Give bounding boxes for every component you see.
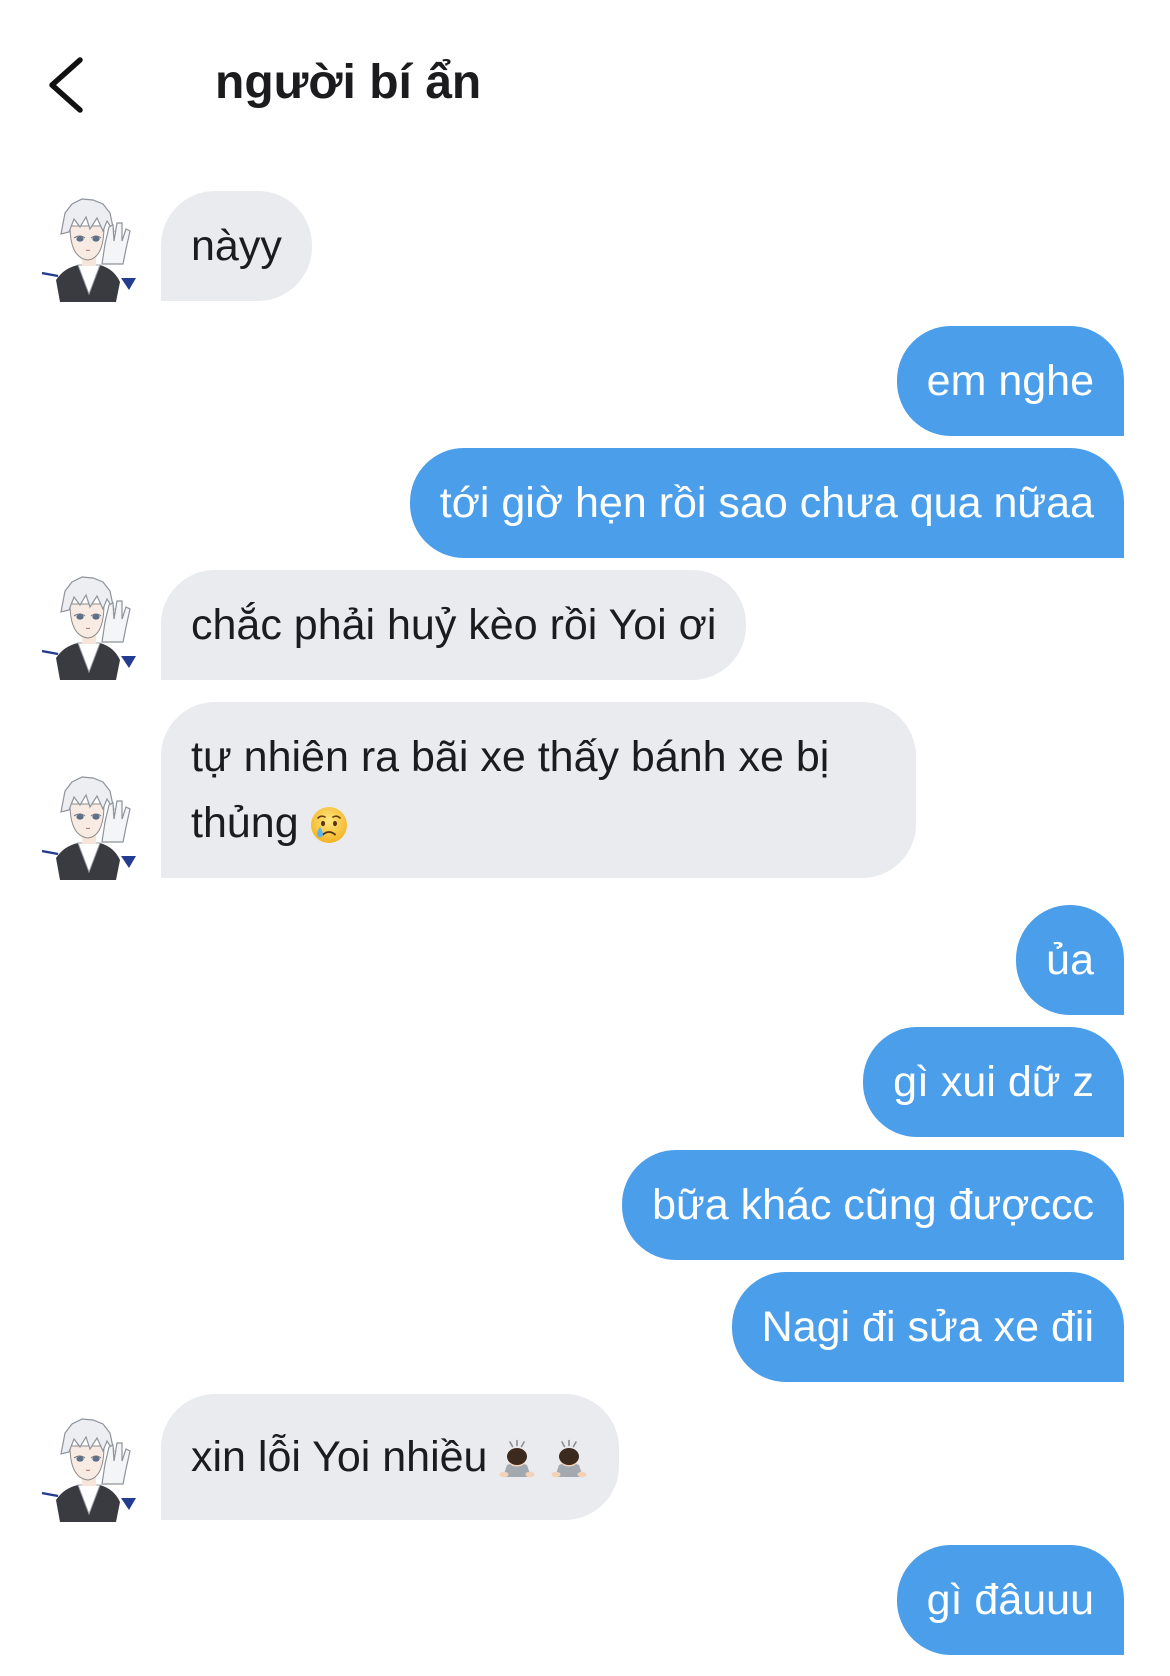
message-text: tự nhiên ra bãi xe thấy bánh xe bị thủng: [191, 733, 830, 847]
message-text: xin lỗi Yoi nhiều: [191, 1433, 488, 1481]
message-text: em nghe: [926, 357, 1094, 405]
message-text: Nagi đi sửa xe đii: [761, 1303, 1094, 1351]
message-bubble-sent[interactable]: em nghe: [896, 326, 1124, 436]
avatar[interactable]: [42, 196, 138, 302]
message-bubble-received[interactable]: chắc phải huỷ kèo rồi Yoi ơi: [161, 570, 747, 680]
message-bubble-sent[interactable]: gì đâuuu: [896, 1545, 1124, 1655]
anime-character-avatar-icon: [42, 196, 138, 302]
message-bubble-sent[interactable]: ủa: [1016, 905, 1124, 1015]
message-bubble-received[interactable]: nàyy: [161, 191, 312, 301]
message-thread: nàyy em nghe tới giờ hẹn rồi sao chưa qu…: [0, 0, 1170, 1676]
anime-character-avatar-icon: [42, 774, 138, 880]
avatar[interactable]: [42, 774, 138, 880]
anime-character-avatar-icon: [42, 574, 138, 680]
man-bowing-emoji-icon: [549, 1439, 589, 1479]
message-text: bữa khác cũng đượccc: [652, 1181, 1094, 1229]
crying-face-emoji-icon: [309, 805, 349, 845]
message-bubble-received[interactable]: xin lỗi Yoi nhiều: [161, 1394, 620, 1520]
message-bubble-received[interactable]: tự nhiên ra bãi xe thấy bánh xe bị thủng: [161, 702, 916, 878]
message-bubble-sent[interactable]: gì xui dữ z: [863, 1027, 1124, 1137]
message-text: tới giờ hẹn rồi sao chưa qua nữaa: [439, 479, 1094, 527]
message-text: gì xui dữ z: [893, 1058, 1094, 1106]
message-text: nàyy: [191, 222, 282, 270]
message-bubble-sent[interactable]: Nagi đi sửa xe đii: [731, 1272, 1124, 1382]
message-text: chắc phải huỷ kèo rồi Yoi ơi: [191, 601, 717, 649]
message-bubble-sent[interactable]: bữa khác cũng đượccc: [622, 1150, 1124, 1260]
man-bowing-emoji-icon: [497, 1439, 537, 1479]
message-text: gì đâuuu: [926, 1576, 1094, 1624]
anime-character-avatar-icon: [42, 1416, 138, 1522]
message-text: ủa: [1046, 936, 1094, 984]
message-bubble-sent[interactable]: tới giờ hẹn rồi sao chưa qua nữaa: [409, 448, 1124, 558]
avatar[interactable]: [42, 1416, 138, 1522]
avatar[interactable]: [42, 574, 138, 680]
